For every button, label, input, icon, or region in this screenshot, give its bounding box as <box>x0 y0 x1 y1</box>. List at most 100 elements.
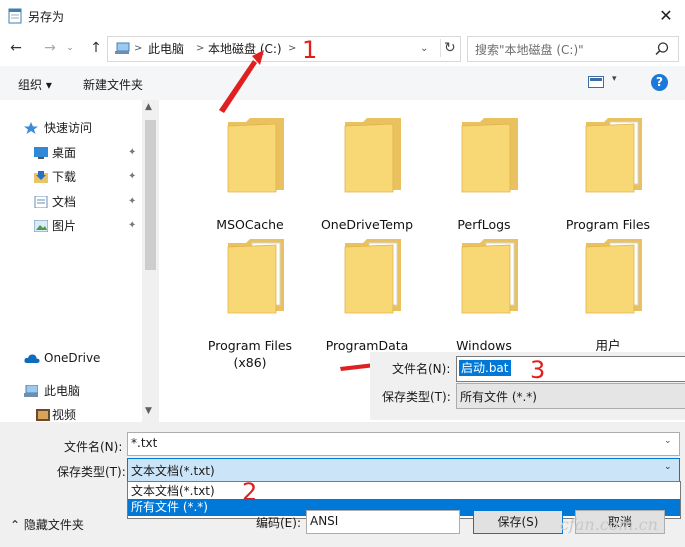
sidebar-item-label: 图片 <box>52 219 77 233</box>
sidebar-item-this-pc[interactable]: 此电脑 <box>0 380 142 402</box>
folder-icon <box>344 239 401 314</box>
pin-icon: ✦ <box>128 220 137 231</box>
hide-folders-button[interactable]: ⌃ 隐藏文件夹 <box>10 516 84 533</box>
breadcrumb-this-pc[interactable]: 此电脑 <box>148 40 184 58</box>
organize-button[interactable]: 组织 ▾ <box>18 76 52 93</box>
save-button[interactable]: 保存(S) <box>473 510 563 534</box>
chevron-down-icon[interactable]: ⌄ <box>664 462 672 472</box>
filename-input[interactable]: *.txt ⌄ <box>127 432 680 456</box>
encoding-select[interactable]: ANSI <box>306 510 460 534</box>
sidebar-item-label: OneDrive <box>44 351 101 365</box>
filetype-value: 文本文档(*.txt) <box>131 464 215 478</box>
desktop-icon <box>34 147 48 159</box>
folder-icon <box>585 239 642 314</box>
sidebar-item-downloads[interactable]: 下载 ✦ <box>0 166 142 188</box>
refresh-icon[interactable]: ↻ <box>440 39 456 57</box>
annotation-number-3: 3 <box>530 356 546 384</box>
back-button[interactable]: ← <box>6 38 26 58</box>
breadcrumb-separator: > <box>196 43 205 54</box>
filetype-option-txt[interactable]: 文本文档(*.txt) <box>128 483 683 499</box>
folder-item[interactable]: ProgramData <box>312 235 422 355</box>
folder-label: OneDriveTemp <box>320 217 414 232</box>
document-icon <box>34 196 48 208</box>
folder-icon <box>344 118 401 193</box>
sidebar-item-desktop[interactable]: 桌面 ✦ <box>0 142 142 164</box>
overlay-filename-label: 文件名(N): <box>392 362 451 376</box>
sidebar-item-label: 快速访问 <box>44 121 93 135</box>
folder-icon <box>227 118 284 193</box>
pin-icon: ✦ <box>128 171 137 182</box>
sidebar-item-label: 下载 <box>52 170 77 184</box>
folder-icon <box>461 118 518 193</box>
folder-item[interactable]: Program Files <box>553 114 663 234</box>
computer-icon <box>24 385 38 397</box>
annotation-number-2: 2 <box>242 478 258 506</box>
command-bar: 组织 ▾ 新建文件夹 ▾ ? <box>0 66 685 101</box>
breadcrumb-local-disk[interactable]: 本地磁盘 (C:) <box>208 40 282 58</box>
sidebar-item-label: 文档 <box>52 195 77 209</box>
search-input[interactable]: 搜索"本地磁盘 (C:)" <box>467 36 679 62</box>
overlay-filetype-select[interactable]: 所有文件 (*.*) <box>456 383 685 409</box>
watermark: cfan.com.cn <box>560 515 658 534</box>
annotation-number-1: 1 <box>302 36 318 64</box>
sidebar-item-documents[interactable]: 文档 ✦ <box>0 191 142 213</box>
folder-item[interactable]: Windows <box>429 235 539 355</box>
encoding-value: ANSI <box>310 514 339 528</box>
address-dropdown-icon[interactable]: ⌄ <box>420 40 428 58</box>
overlay-filename-input[interactable]: 启动.bat <box>456 356 685 382</box>
scroll-up-icon[interactable]: ▲ <box>145 102 152 112</box>
breadcrumb-separator: > <box>134 43 143 54</box>
breadcrumb-separator: > <box>288 43 297 54</box>
overlay-filetype-label: 保存类型(T): <box>382 390 451 404</box>
filetype-label: 保存类型(T): <box>57 465 126 479</box>
encoding-label: 编码(E): <box>256 516 301 530</box>
overlay-save-panel: 文件名(N): 启动.bat 保存类型(T): 所有文件 (*.*) <box>370 352 685 420</box>
pin-icon: ✦ <box>128 196 137 207</box>
cloud-icon <box>24 354 40 363</box>
pin-icon: ✦ <box>128 147 137 158</box>
folder-label: PerfLogs <box>457 217 511 232</box>
sidebar-item-label: 桌面 <box>52 146 77 160</box>
sidebar-item-quick-access[interactable]: 快速访问 <box>0 117 142 139</box>
filetype-select[interactable]: 文本文档(*.txt) ⌄ <box>127 458 680 483</box>
folder-item[interactable]: PerfLogs <box>429 114 539 234</box>
folder-icon <box>585 118 642 193</box>
folder-icon <box>461 239 518 314</box>
filename-value: *.txt <box>131 436 158 450</box>
up-button[interactable]: ↑ <box>86 38 106 58</box>
recent-locations-chevron-icon[interactable]: ⌄ <box>64 38 76 58</box>
scrollbar-thumb[interactable] <box>145 120 156 270</box>
search-icon <box>655 42 669 56</box>
download-icon <box>34 171 48 183</box>
close-icon[interactable]: ✕ <box>656 6 676 26</box>
search-placeholder: 搜索"本地磁盘 (C:)" <box>475 43 584 57</box>
forward-button[interactable]: → <box>40 38 60 58</box>
filename-label: 文件名(N): <box>64 440 123 454</box>
overlay-filename-selected-text: 启动.bat <box>459 360 511 376</box>
sidebar-item-onedrive[interactable]: OneDrive <box>0 347 142 369</box>
new-folder-button[interactable]: 新建文件夹 <box>83 76 143 93</box>
folder-item[interactable]: OneDriveTemp <box>312 114 422 234</box>
video-icon <box>36 409 50 421</box>
folder-item[interactable]: MSOCache <box>195 114 305 234</box>
chevron-down-icon[interactable]: ⌄ <box>664 436 672 446</box>
folder-label: Program Files (x86) <box>207 338 293 370</box>
sidebar-item-pictures[interactable]: 图片 ✦ <box>0 215 142 237</box>
help-icon[interactable]: ? <box>651 74 668 91</box>
pictures-icon <box>34 220 48 232</box>
navigation-pane: 快速访问 桌面 ✦ 下载 ✦ 文档 ✦ 图片 ✦ OneDrive 此电脑 视频… <box>0 100 159 422</box>
folder-label: MSOCache <box>216 217 284 232</box>
sidebar-item-label: 此电脑 <box>44 384 81 398</box>
view-options-icon[interactable] <box>588 76 604 88</box>
sidebar-scrollbar[interactable]: ▲ ▼ <box>142 100 159 422</box>
folder-icon <box>227 239 284 314</box>
notepad-icon <box>8 8 22 24</box>
view-dropdown-icon[interactable]: ▾ <box>612 74 617 84</box>
scroll-down-icon[interactable]: ▼ <box>145 406 152 416</box>
folder-label: Program Files <box>565 217 651 232</box>
window-title: 另存为 <box>28 10 65 24</box>
star-icon <box>24 122 38 134</box>
folder-item[interactable]: 用户 <box>553 235 663 355</box>
address-bar[interactable]: > 此电脑 > 本地磁盘 (C:) > ⌄ ↻ <box>107 36 461 62</box>
folder-item[interactable]: Program Files (x86) <box>195 235 305 370</box>
